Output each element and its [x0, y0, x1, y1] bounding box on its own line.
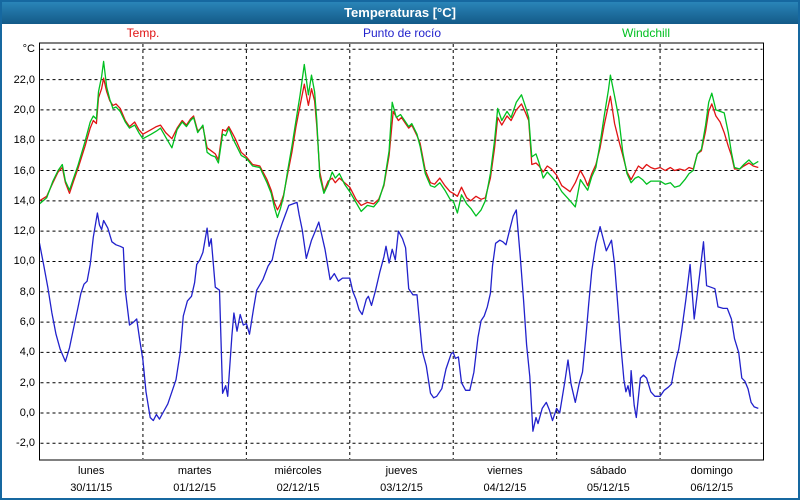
legend-item-temp: Temp.	[127, 26, 160, 41]
y-axis-unit: °C	[0, 42, 35, 56]
y-tick-label: 6,0	[0, 315, 35, 329]
y-tick-label: 2,0	[0, 376, 35, 390]
y-tick-label: 16,0	[0, 164, 35, 178]
y-tick-label: 18,0	[0, 133, 35, 147]
legend-label-temp: Temp.	[127, 26, 160, 40]
y-tick-label: 0,0	[0, 406, 35, 420]
legend-item-windchill: Windchill	[622, 26, 670, 41]
series-line-1	[40, 202, 759, 431]
y-tick-label: 10,0	[0, 254, 35, 268]
x-day-date: 05/12/15	[556, 481, 660, 495]
y-tick-label: 20,0	[0, 103, 35, 117]
x-day-date: 04/12/15	[453, 481, 557, 495]
y-tick-label: 12,0	[0, 224, 35, 238]
x-day-date: 06/12/15	[660, 481, 764, 495]
x-day-date: 30/11/15	[39, 481, 143, 495]
x-day-name: martes	[143, 464, 247, 478]
y-tick-label: 8,0	[0, 285, 35, 299]
x-day-name: sábado	[556, 464, 660, 478]
legend-label-dew-point: Punto de rocío	[363, 26, 441, 40]
y-tick-label: 22,0	[0, 73, 35, 87]
x-day-name: domingo	[660, 464, 764, 478]
legend-item-dew-point: Punto de rocío	[363, 26, 441, 41]
y-tick-label: -2,0	[0, 436, 35, 450]
x-day-name: viernes	[453, 464, 557, 478]
x-day-date: 01/12/15	[143, 481, 247, 495]
x-day-name: jueves	[350, 464, 454, 478]
y-tick-label: 14,0	[0, 194, 35, 208]
y-tick-label: 4,0	[0, 345, 35, 359]
x-day-date: 03/12/15	[350, 481, 454, 495]
x-day-name: lunes	[39, 464, 143, 478]
window-title-bar: Temperaturas [°C]	[2, 2, 798, 24]
weather-chart-window: Temperaturas [°C] Temp. Punto de rocío W…	[0, 0, 800, 500]
x-day-name: miércoles	[246, 464, 350, 478]
window-title: Temperaturas [°C]	[344, 5, 456, 20]
series-line-2	[40, 61, 759, 217]
x-day-date: 02/12/15	[246, 481, 350, 495]
plot-frame	[40, 43, 764, 460]
legend-label-windchill: Windchill	[622, 26, 670, 40]
chart-plot-area	[0, 0, 800, 500]
series-line-0	[40, 78, 759, 210]
